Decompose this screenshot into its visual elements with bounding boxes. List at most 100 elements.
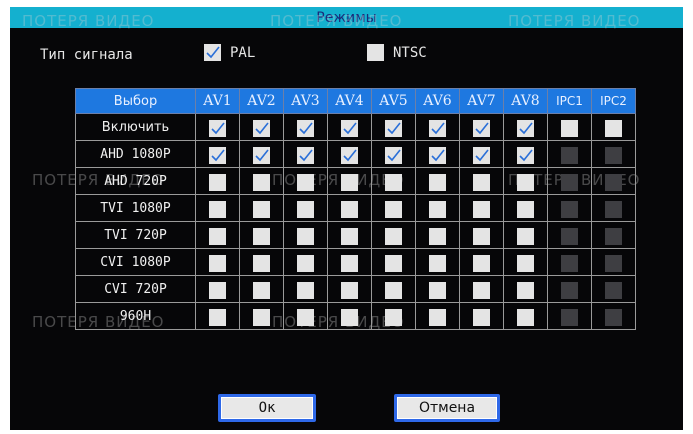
cancel-button[interactable]: Отмена (394, 394, 500, 422)
checkbox[interactable] (297, 227, 314, 245)
checkbox[interactable] (517, 200, 534, 218)
grid-cell (239, 275, 284, 303)
checkbox[interactable] (517, 227, 534, 245)
checkbox[interactable] (473, 227, 490, 245)
checked-checkbox[interactable] (517, 146, 534, 164)
pal-checkbox[interactable] (204, 44, 221, 61)
checkbox[interactable] (473, 308, 490, 326)
checkbox[interactable] (517, 281, 534, 299)
checked-checkbox[interactable] (473, 119, 490, 137)
grid-cell (283, 167, 328, 195)
grid-cell (503, 113, 548, 141)
grid-cell (371, 113, 416, 141)
checkbox[interactable] (341, 308, 358, 326)
title-bar: Режимы (10, 7, 683, 28)
checkbox[interactable] (605, 119, 622, 137)
checkbox[interactable] (209, 227, 226, 245)
pal-option[interactable]: PAL (204, 44, 255, 61)
checkbox[interactable] (253, 254, 270, 272)
header-av7: AV7 (459, 88, 504, 114)
checkbox[interactable] (561, 119, 578, 137)
checkbox[interactable] (429, 254, 446, 272)
ntsc-checkbox[interactable] (367, 44, 384, 61)
checked-checkbox[interactable] (297, 146, 314, 164)
checkbox[interactable] (209, 173, 226, 191)
checkbox[interactable] (385, 200, 402, 218)
checkbox[interactable] (429, 200, 446, 218)
grid-cell (503, 221, 548, 249)
checkbox[interactable] (385, 227, 402, 245)
grid-cell (239, 221, 284, 249)
checkbox[interactable] (297, 173, 314, 191)
checkbox[interactable] (341, 254, 358, 272)
grid-cell (503, 194, 548, 222)
checkbox[interactable] (429, 173, 446, 191)
checkbox[interactable] (341, 173, 358, 191)
grid-cell (195, 167, 240, 195)
grid-cell (239, 167, 284, 195)
table-row: TVI 1080P (75, 194, 636, 222)
checked-checkbox[interactable] (297, 119, 314, 137)
checkbox[interactable] (253, 281, 270, 299)
grid-cell (327, 221, 372, 249)
checkbox[interactable] (253, 200, 270, 218)
checkbox[interactable] (297, 254, 314, 272)
checked-checkbox[interactable] (385, 119, 402, 137)
disabled-checkbox (605, 173, 622, 191)
grid-cell (415, 302, 460, 330)
checkbox[interactable] (429, 227, 446, 245)
checkbox[interactable] (297, 308, 314, 326)
checkbox[interactable] (473, 281, 490, 299)
checkbox[interactable] (473, 200, 490, 218)
checkbox[interactable] (385, 281, 402, 299)
checkbox[interactable] (297, 281, 314, 299)
checkbox[interactable] (253, 227, 270, 245)
grid-cell (415, 167, 460, 195)
checkbox[interactable] (429, 308, 446, 326)
checkbox[interactable] (341, 227, 358, 245)
checkbox[interactable] (429, 281, 446, 299)
checked-checkbox[interactable] (473, 146, 490, 164)
ok-button[interactable]: Ок (218, 394, 316, 422)
checkbox[interactable] (341, 200, 358, 218)
checkbox[interactable] (385, 173, 402, 191)
table-row: CVI 720P (75, 275, 636, 303)
checkbox[interactable] (209, 200, 226, 218)
checkbox[interactable] (517, 308, 534, 326)
checked-checkbox[interactable] (253, 146, 270, 164)
grid-cell (371, 140, 416, 168)
checkbox[interactable] (385, 308, 402, 326)
ntsc-option[interactable]: NTSC (367, 44, 427, 61)
checkbox[interactable] (517, 254, 534, 272)
checked-checkbox[interactable] (253, 119, 270, 137)
grid-cell (327, 140, 372, 168)
checkbox[interactable] (341, 281, 358, 299)
checkbox[interactable] (517, 173, 534, 191)
grid-cell (239, 113, 284, 141)
checked-checkbox[interactable] (429, 119, 446, 137)
checked-checkbox[interactable] (385, 146, 402, 164)
grid-cell (371, 194, 416, 222)
checked-checkbox[interactable] (209, 146, 226, 164)
checkbox[interactable] (209, 254, 226, 272)
checkbox[interactable] (385, 254, 402, 272)
grid-cell (547, 140, 592, 168)
checkbox[interactable] (253, 173, 270, 191)
checkbox[interactable] (473, 254, 490, 272)
checked-checkbox[interactable] (517, 119, 534, 137)
checkbox[interactable] (473, 173, 490, 191)
checkbox[interactable] (209, 308, 226, 326)
checkbox[interactable] (297, 200, 314, 218)
grid-cell (239, 248, 284, 276)
checkbox[interactable] (253, 308, 270, 326)
checkbox[interactable] (209, 281, 226, 299)
checked-checkbox[interactable] (429, 146, 446, 164)
checked-checkbox[interactable] (209, 119, 226, 137)
checked-checkbox[interactable] (341, 146, 358, 164)
table-row: AHD 1080P (75, 140, 636, 168)
grid-cell (591, 194, 636, 222)
grid-cell (591, 221, 636, 249)
checked-checkbox[interactable] (341, 119, 358, 137)
grid-cell (591, 248, 636, 276)
grid-cell (547, 275, 592, 303)
